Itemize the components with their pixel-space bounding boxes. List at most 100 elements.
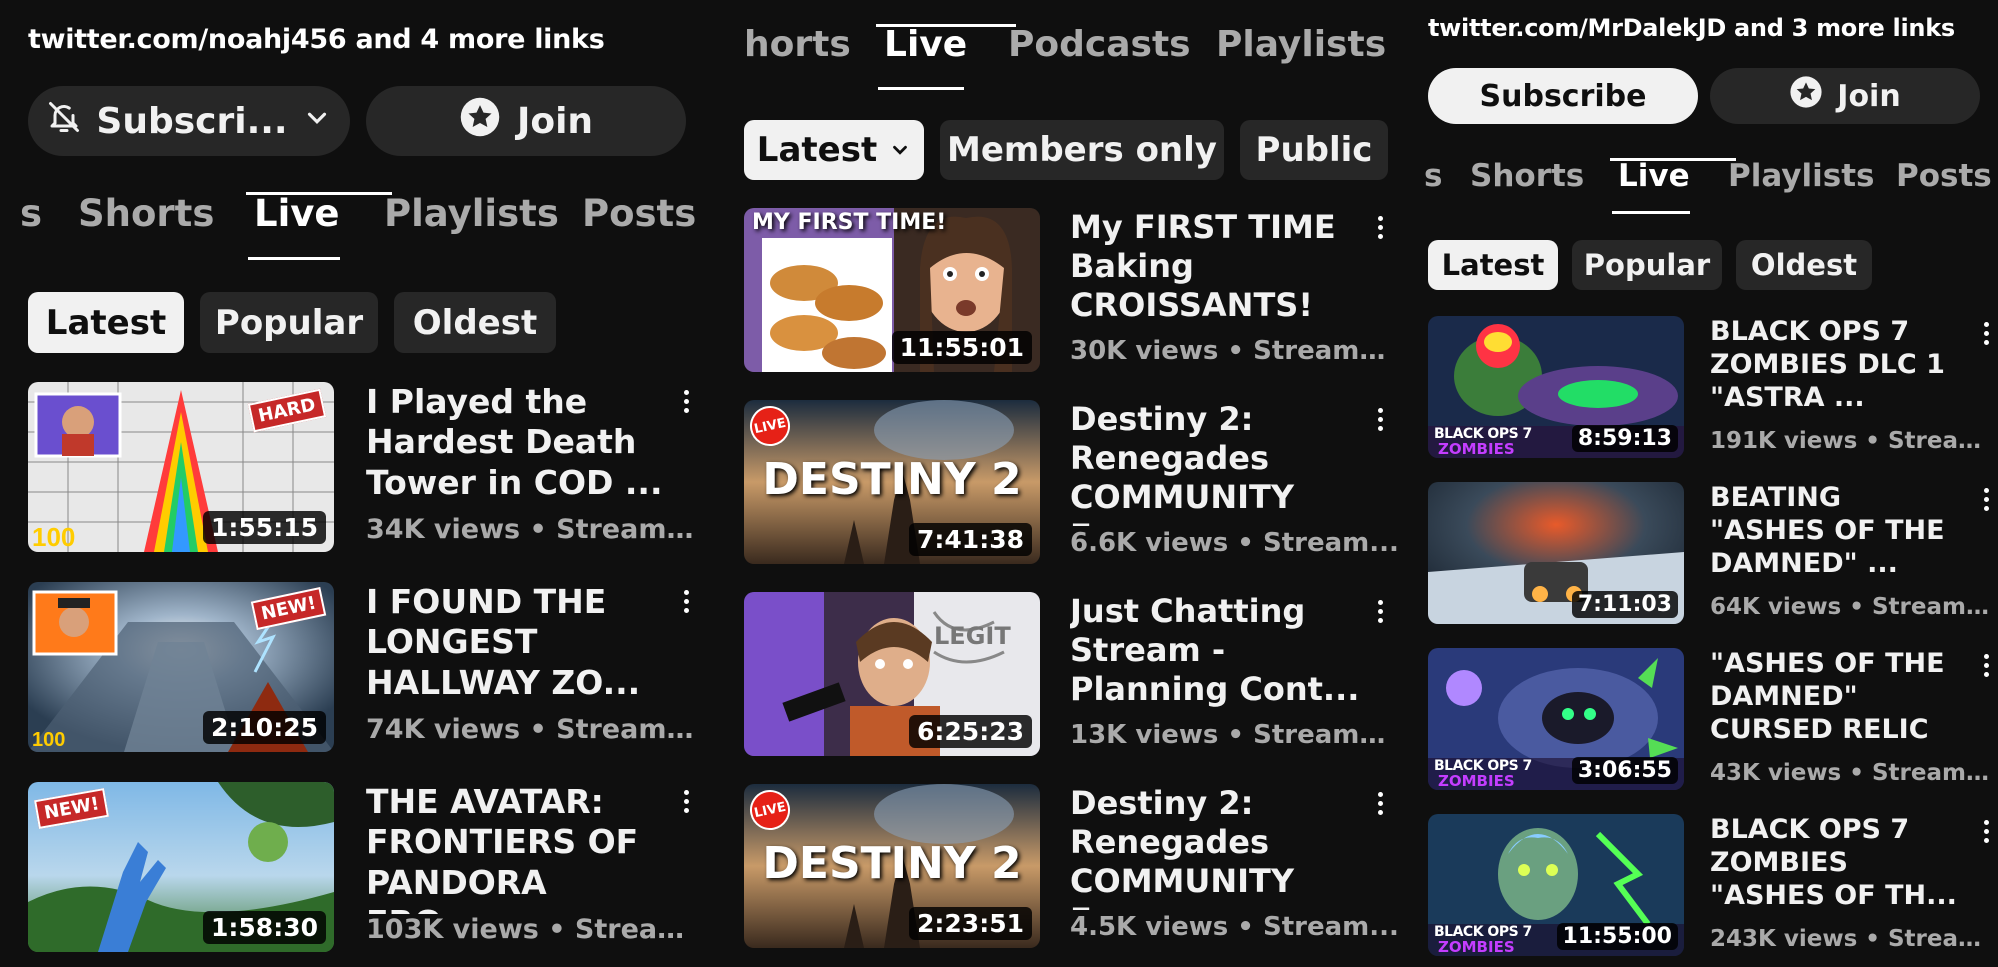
video-duration: 11:55:01 bbox=[891, 331, 1032, 364]
sort-chips: Latest Popular Oldest bbox=[1428, 240, 1872, 290]
video-item[interactable]: 100 HARD 1:55:15 I Played the Hardest De… bbox=[28, 382, 700, 554]
chip-latest[interactable]: Latest bbox=[28, 292, 184, 353]
video-title[interactable]: I Played the Hardest Death Tower in COD … bbox=[366, 382, 666, 514]
video-duration: 11:55:00 bbox=[1556, 923, 1678, 950]
video-duration: 2:10:25 bbox=[203, 711, 326, 744]
video-item[interactable]: LIVE DESTINY 2 7:41:38 Destiny 2: Renega… bbox=[744, 400, 1400, 566]
channel-links[interactable]: twitter.com/MrDalekJD and 3 more links bbox=[1428, 14, 1955, 42]
tab-podcasts[interactable]: Podcasts bbox=[1008, 24, 1216, 65]
tab-previous[interactable]: s bbox=[20, 192, 78, 235]
video-item[interactable]: BLACK OPS 7 ZOMBIES 11:55:00 BLACK OPS 7… bbox=[1428, 814, 1998, 958]
more-vert-icon[interactable] bbox=[1980, 820, 1992, 843]
video-item[interactable]: LIVE DESTINY 2 2:23:51 Destiny 2: Renega… bbox=[744, 784, 1400, 950]
video-meta: 243K views • Stream... bbox=[1710, 926, 1996, 952]
video-thumbnail[interactable]: BLACK OPS 7 ZOMBIES 8:59:13 bbox=[1428, 316, 1684, 458]
video-item[interactable]: NEW! 1:58:30 THE AVATAR: FRONTIERS OF PA… bbox=[28, 782, 700, 954]
subscribe-button[interactable]: Subscribe bbox=[1428, 68, 1698, 124]
video-title[interactable]: Destiny 2: Renegades COMMUNITY E... bbox=[1070, 784, 1360, 910]
video-item[interactable]: BLACK OPS 7 ZOMBIES 3:06:55 "ASHES OF TH… bbox=[1428, 648, 1998, 792]
video-thumbnail[interactable]: NEW! 1:58:30 bbox=[28, 782, 334, 952]
more-vert-icon[interactable] bbox=[1374, 408, 1386, 431]
video-thumbnail[interactable]: MY FIRST TIME! 11:55:01 bbox=[744, 208, 1040, 372]
video-meta: 191K views • Streame... bbox=[1710, 428, 1996, 454]
thumbnail-logo-sub: ZOMBIES bbox=[1438, 938, 1515, 956]
chip-popular[interactable]: Popular bbox=[200, 292, 378, 353]
tab-shorts[interactable]: horts bbox=[744, 24, 884, 65]
video-title[interactable]: I FOUND THE LONGEST HALLWAY ZO... bbox=[366, 582, 666, 714]
video-title[interactable]: THE AVATAR: FRONTIERS OF PANDORA FRO... bbox=[366, 782, 666, 914]
video-meta: 13K views • Streame... bbox=[1070, 720, 1400, 750]
links-url[interactable]: twitter.com/noahj456 bbox=[28, 24, 347, 55]
more-vert-icon[interactable] bbox=[1374, 792, 1386, 815]
video-title[interactable]: BLACK OPS 7 ZOMBIES "ASHES OF TH... bbox=[1710, 814, 1960, 925]
svg-text:100: 100 bbox=[32, 522, 75, 552]
video-thumbnail[interactable]: 100 HARD 1:55:15 bbox=[28, 382, 334, 552]
join-label: Join bbox=[516, 100, 594, 142]
links-more[interactable]: and 4 more links bbox=[346, 24, 604, 55]
video-title[interactable]: My FIRST TIME Baking CROISSANTS! ... bbox=[1070, 208, 1360, 334]
video-duration: 7:41:38 bbox=[909, 523, 1032, 556]
video-item[interactable]: BLACK OPS 7 ZOMBIES 8:59:13 BLACK OPS 7 … bbox=[1428, 316, 1998, 460]
chip-public[interactable]: Public bbox=[1240, 120, 1388, 180]
video-thumbnail[interactable]: LIVE DESTINY 2 7:41:38 bbox=[744, 400, 1040, 564]
video-item[interactable]: MY FIRST TIME! 11:55:01 My FIRST TIME Ba… bbox=[744, 208, 1400, 374]
join-button[interactable]: Join bbox=[1710, 68, 1980, 124]
more-vert-icon[interactable] bbox=[680, 590, 692, 613]
tab-previous[interactable]: s bbox=[1424, 158, 1470, 194]
more-vert-icon[interactable] bbox=[1980, 488, 1992, 511]
video-thumbnail[interactable]: BLACK OPS 7 ZOMBIES 3:06:55 bbox=[1428, 648, 1684, 790]
video-item[interactable]: LEGIT 6:25:23 Just Chatting Stream - Pla… bbox=[744, 592, 1400, 758]
tab-shorts[interactable]: Shorts bbox=[1470, 158, 1618, 194]
more-vert-icon[interactable] bbox=[680, 790, 692, 813]
video-item[interactable]: 100 NEW! 2:10:25 I FOUND THE LONGEST HAL… bbox=[28, 582, 700, 754]
chip-latest[interactable]: Latest bbox=[744, 120, 924, 180]
channel-tabs: s Shorts Live Playlists Posts bbox=[20, 192, 696, 235]
links-more[interactable]: and 3 more links bbox=[1726, 14, 1955, 42]
chevron-down-icon bbox=[889, 130, 911, 170]
video-thumbnail[interactable]: LIVE DESTINY 2 2:23:51 bbox=[744, 784, 1040, 948]
video-thumbnail[interactable]: 7:11:03 bbox=[1428, 482, 1684, 624]
more-vert-icon[interactable] bbox=[1980, 322, 1992, 345]
video-thumbnail[interactable]: BLACK OPS 7 ZOMBIES 11:55:00 bbox=[1428, 814, 1684, 956]
subscribed-button[interactable]: Subscri... bbox=[28, 86, 350, 156]
links-url[interactable]: twitter.com/MrDalekJD bbox=[1428, 14, 1726, 42]
chevron-down-icon bbox=[302, 101, 332, 142]
chip-oldest[interactable]: Oldest bbox=[394, 292, 556, 353]
chip-oldest[interactable]: Oldest bbox=[1736, 240, 1872, 290]
more-vert-icon[interactable] bbox=[1374, 216, 1386, 239]
tab-playlists[interactable]: Playlists bbox=[1728, 158, 1896, 194]
channel-panel-noahj456: twitter.com/noahj456 and 4 more links Su… bbox=[0, 0, 700, 967]
tab-shorts[interactable]: Shorts bbox=[78, 192, 254, 235]
more-vert-icon[interactable] bbox=[1374, 600, 1386, 623]
tab-posts[interactable]: Posts bbox=[1896, 158, 1992, 194]
chip-popular[interactable]: Popular bbox=[1572, 240, 1722, 290]
video-title[interactable]: BEATING "ASHES OF THE DAMNED" ... bbox=[1710, 482, 1960, 593]
tab-live[interactable]: Live bbox=[876, 24, 1016, 65]
join-button[interactable]: Join bbox=[366, 86, 686, 156]
video-item[interactable]: 7:11:03 BEATING "ASHES OF THE DAMNED" ..… bbox=[1428, 482, 1998, 626]
video-title[interactable]: "ASHES OF THE DAMNED" CURSED RELIC ... bbox=[1710, 648, 1960, 759]
video-duration: 8:59:13 bbox=[1571, 425, 1678, 452]
star-icon bbox=[459, 96, 501, 147]
video-meta: 6.6K views • Stream... bbox=[1070, 528, 1399, 558]
video-title[interactable]: Destiny 2: Renegades COMMUNITY E... bbox=[1070, 400, 1360, 526]
tab-playlists[interactable]: Playlists bbox=[1216, 24, 1386, 65]
video-meta: 74K views • Streame... bbox=[366, 714, 696, 745]
video-duration: 1:58:30 bbox=[203, 911, 326, 944]
video-title[interactable]: Just Chatting Stream - Planning Cont... bbox=[1070, 592, 1360, 718]
tab-playlists[interactable]: Playlists bbox=[384, 192, 582, 235]
active-tab-underline bbox=[1612, 211, 1690, 214]
thumbnail-text: DESTINY 2 bbox=[762, 454, 1022, 505]
tab-posts[interactable]: Posts bbox=[582, 192, 696, 235]
tab-live[interactable]: Live bbox=[246, 192, 392, 235]
chip-members-only[interactable]: Members only bbox=[940, 120, 1224, 180]
video-thumbnail[interactable]: 100 NEW! 2:10:25 bbox=[28, 582, 334, 752]
video-title[interactable]: BLACK OPS 7 ZOMBIES DLC 1 "ASTRA ... bbox=[1710, 316, 1960, 427]
more-vert-icon[interactable] bbox=[1980, 654, 1992, 677]
more-vert-icon[interactable] bbox=[680, 390, 692, 413]
video-duration: 2:23:51 bbox=[909, 907, 1032, 940]
video-thumbnail[interactable]: LEGIT 6:25:23 bbox=[744, 592, 1040, 756]
channel-links[interactable]: twitter.com/noahj456 and 4 more links bbox=[28, 24, 605, 55]
tab-live[interactable]: Live bbox=[1610, 158, 1736, 194]
chip-latest[interactable]: Latest bbox=[1428, 240, 1558, 290]
